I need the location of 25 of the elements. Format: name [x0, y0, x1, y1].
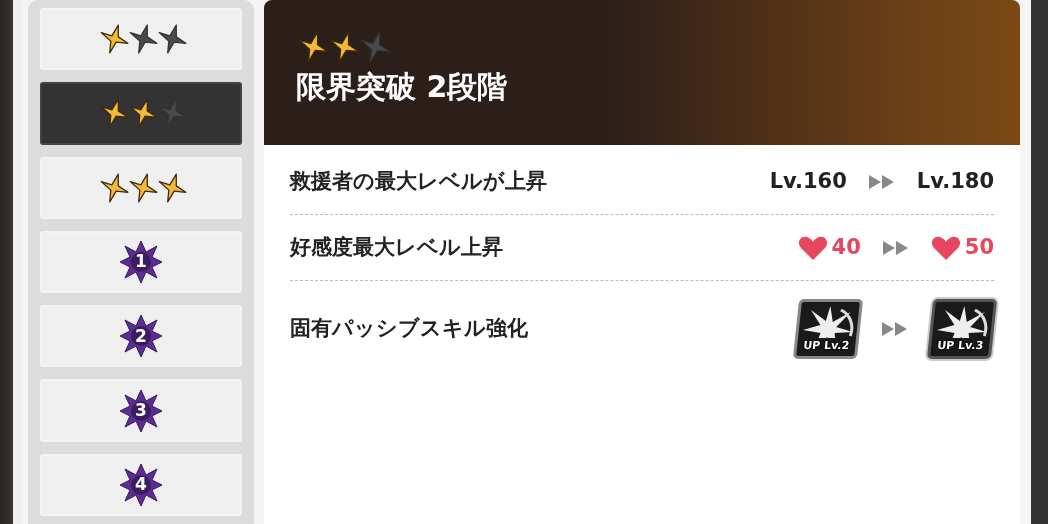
star-filled-icon [327, 30, 361, 64]
rank-badge: 2 [119, 314, 163, 359]
heart-icon [797, 234, 828, 261]
bonus-label: 救援者の最大レベルが上昇 [290, 167, 548, 195]
rank-badge: 3 [119, 388, 163, 433]
double-arrow-icon [882, 322, 908, 336]
rank-badge: 4 [119, 462, 163, 507]
tier-button[interactable]: 1 [40, 230, 242, 294]
skill-icon: UP Lv.3 [926, 299, 998, 359]
tier-button[interactable]: 2 [40, 305, 242, 368]
tier-button[interactable]: 3 [40, 379, 242, 442]
skill-icon: UP Lv.2 [792, 299, 864, 359]
bonus-label: 固有パッシブスキル強化 [290, 315, 529, 343]
tier-button[interactable]: 4 [40, 453, 242, 516]
star-filled-icon [296, 30, 330, 64]
heart-icon [930, 234, 961, 261]
bonus-label: 好感度最大レベル上昇 [290, 233, 504, 261]
level-value: Lv.160 [769, 167, 847, 195]
affection-value: 50 [964, 233, 994, 261]
level-value: Lv.180 [916, 167, 994, 195]
header-title: 限界突破 2段階 [296, 70, 509, 103]
rank-badge: 1 [119, 240, 163, 284]
double-arrow-icon [868, 174, 895, 189]
affection-value: 40 [831, 233, 861, 261]
double-arrow-icon [882, 240, 909, 255]
